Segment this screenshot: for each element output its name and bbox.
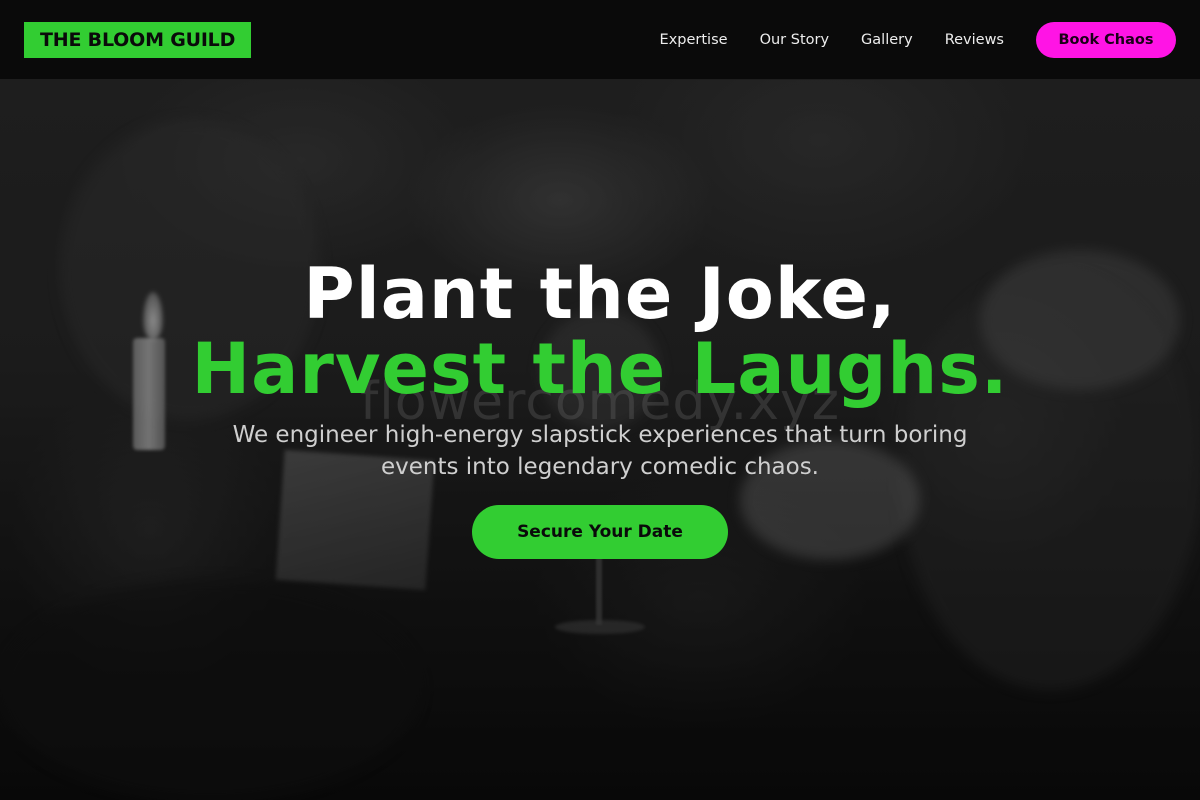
hero-headline: Plant the Joke, Harvest the Laughs. [0,255,1200,405]
page: THE BLOOM GUILD Expertise Our Story Gall… [0,0,1200,800]
hero-headline-line1: Plant the Joke, [303,253,897,335]
secure-your-date-button[interactable]: Secure Your Date [472,505,728,559]
nav-link-expertise[interactable]: Expertise [660,32,728,48]
site-header: THE BLOOM GUILD Expertise Our Story Gall… [0,0,1200,80]
main-nav: Expertise Our Story Gallery Reviews Book… [660,21,1176,58]
logo[interactable]: THE BLOOM GUILD [24,21,252,58]
nav-link-our-story[interactable]: Our Story [760,32,829,48]
nav-link-gallery[interactable]: Gallery [861,32,913,48]
hero-subheading: We engineer high-energy slapstick experi… [232,422,968,480]
hero-headline-line2: Harvest the Laughs. [191,328,1009,410]
hero-section: Plant the Joke, Harvest the Laughs. We e… [0,255,1200,559]
book-chaos-button[interactable]: Book Chaos [1036,21,1176,58]
nav-link-reviews[interactable]: Reviews [945,32,1004,48]
